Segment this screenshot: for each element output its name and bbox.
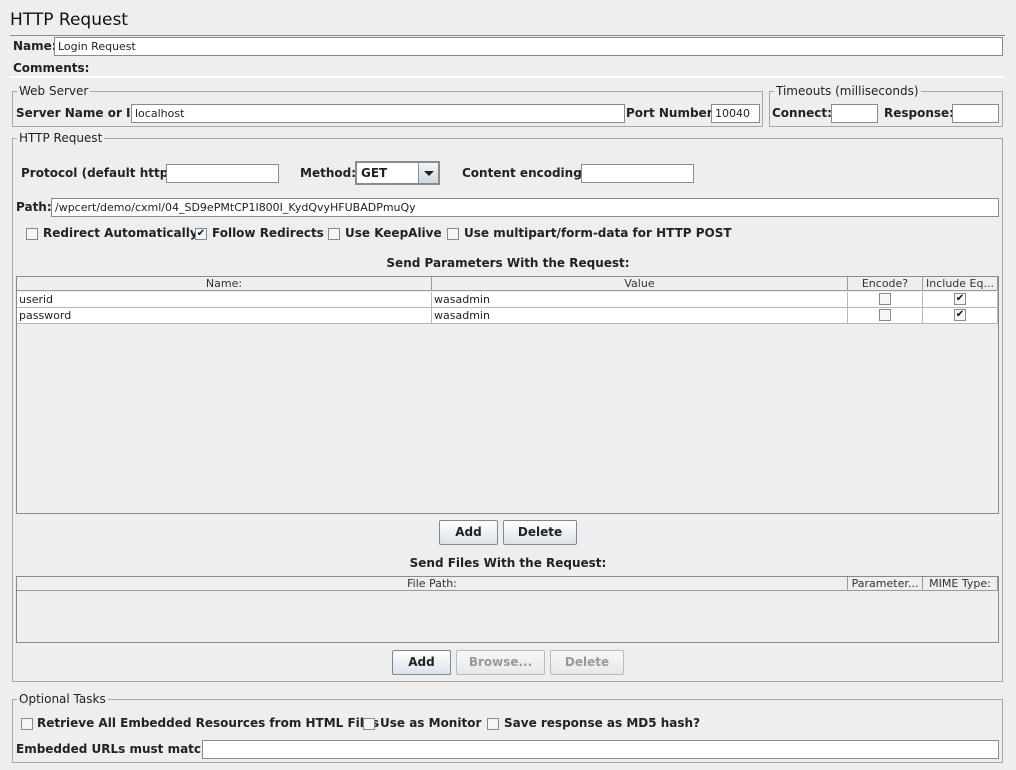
use-multipart-checkbox[interactable] bbox=[447, 228, 459, 240]
column-header-include-equals[interactable]: Include Eq... bbox=[923, 277, 998, 291]
response-field[interactable] bbox=[952, 104, 999, 123]
param-name-cell[interactable]: password bbox=[17, 308, 432, 324]
server-name-field[interactable]: localhost bbox=[131, 104, 625, 123]
path-label: Path: bbox=[16, 200, 52, 214]
param-include-equals-cell[interactable]: ✔ bbox=[923, 292, 998, 308]
redirect-automatically-checkbox[interactable] bbox=[26, 228, 38, 240]
port-number-field[interactable]: 10040 bbox=[711, 104, 760, 123]
include-equals-checkbox[interactable]: ✔ bbox=[954, 293, 966, 305]
content-encoding-label: Content encoding: bbox=[462, 166, 587, 180]
connect-field[interactable] bbox=[831, 104, 878, 123]
delete-file-button[interactable]: Delete bbox=[550, 650, 624, 675]
name-field[interactable]: Login Request bbox=[54, 37, 1003, 56]
column-header-mime-type[interactable]: MIME Type: bbox=[923, 577, 998, 591]
add-parameter-button[interactable]: Add bbox=[439, 520, 498, 545]
chevron-down-icon bbox=[424, 171, 434, 176]
retrieve-embedded-resources-label: Retrieve All Embedded Resources from HTM… bbox=[37, 716, 380, 730]
browse-file-button[interactable]: Browse... bbox=[456, 650, 545, 675]
method-dropdown[interactable]: GET bbox=[355, 161, 440, 185]
path-field[interactable]: /wpcert/demo/cxml/04_SD9ePMtCP1I800I_Kyd… bbox=[51, 198, 999, 217]
table-row[interactable]: password wasadmin ✔ bbox=[17, 308, 998, 324]
delete-parameter-button[interactable]: Delete bbox=[503, 520, 577, 545]
send-files-heading: Send Files With the Request: bbox=[409, 556, 607, 570]
page-title: HTTP Request bbox=[10, 10, 128, 30]
use-as-monitor-label: Use as Monitor bbox=[380, 716, 482, 730]
optional-tasks-legend: Optional Tasks bbox=[17, 692, 108, 706]
server-name-label: Server Name or IP: bbox=[16, 106, 145, 120]
comments-label: Comments: bbox=[13, 61, 90, 75]
use-as-monitor-checkbox[interactable] bbox=[363, 718, 375, 730]
connect-label: Connect: bbox=[772, 106, 832, 120]
column-header-file-path[interactable]: File Path: bbox=[17, 577, 848, 591]
encode-checkbox[interactable] bbox=[879, 309, 891, 321]
method-dropdown-arrow[interactable] bbox=[418, 163, 438, 183]
embedded-urls-label: Embedded URLs must match: bbox=[16, 742, 215, 756]
column-header-name[interactable]: Name: bbox=[17, 277, 432, 291]
name-label: Name: bbox=[13, 39, 57, 53]
retrieve-embedded-resources-checkbox[interactable] bbox=[21, 718, 33, 730]
column-header-encode[interactable]: Encode? bbox=[848, 277, 923, 291]
files-table[interactable]: File Path: Parameter... MIME Type: bbox=[16, 576, 999, 643]
param-value-cell[interactable]: wasadmin bbox=[432, 308, 848, 324]
web-server-legend: Web Server bbox=[17, 84, 91, 98]
param-name-cell[interactable]: userid bbox=[17, 292, 432, 308]
method-selected-value: GET bbox=[361, 166, 388, 180]
timeouts-legend: Timeouts (milliseconds) bbox=[774, 84, 921, 98]
param-include-equals-cell[interactable]: ✔ bbox=[923, 308, 998, 324]
param-encode-cell[interactable] bbox=[848, 292, 923, 308]
save-md5-checkbox[interactable] bbox=[487, 718, 499, 730]
use-multipart-label: Use multipart/form-data for HTTP POST bbox=[464, 226, 732, 240]
column-header-value[interactable]: Value bbox=[432, 277, 848, 291]
redirect-automatically-label: Redirect Automatically bbox=[43, 226, 198, 240]
http-request-legend: HTTP Request bbox=[17, 131, 105, 145]
follow-redirects-checkbox[interactable]: ✔ bbox=[195, 228, 207, 240]
response-label: Response: bbox=[884, 106, 954, 120]
include-equals-checkbox[interactable]: ✔ bbox=[954, 309, 966, 321]
encode-checkbox[interactable] bbox=[879, 293, 891, 305]
add-file-button[interactable]: Add bbox=[392, 650, 451, 675]
follow-redirects-label: Follow Redirects bbox=[212, 226, 324, 240]
column-header-parameter[interactable]: Parameter... bbox=[848, 577, 923, 591]
save-md5-label: Save response as MD5 hash? bbox=[504, 716, 701, 730]
use-keepalive-checkbox[interactable] bbox=[328, 228, 340, 240]
param-encode-cell[interactable] bbox=[848, 308, 923, 324]
comments-field[interactable] bbox=[10, 76, 1005, 78]
parameters-table[interactable]: Name: Value Encode? Include Eq... userid… bbox=[16, 276, 999, 514]
method-label: Method: bbox=[300, 166, 356, 180]
send-parameters-heading: Send Parameters With the Request: bbox=[386, 256, 630, 270]
protocol-label: Protocol (default http): bbox=[21, 166, 179, 180]
content-encoding-field[interactable] bbox=[581, 164, 694, 183]
use-keepalive-label: Use KeepAlive bbox=[345, 226, 442, 240]
table-row[interactable]: userid wasadmin ✔ bbox=[17, 292, 998, 308]
embedded-urls-field[interactable] bbox=[202, 740, 999, 759]
port-number-label: Port Number: bbox=[626, 106, 718, 120]
protocol-field[interactable] bbox=[166, 164, 279, 183]
param-value-cell[interactable]: wasadmin bbox=[432, 292, 848, 308]
